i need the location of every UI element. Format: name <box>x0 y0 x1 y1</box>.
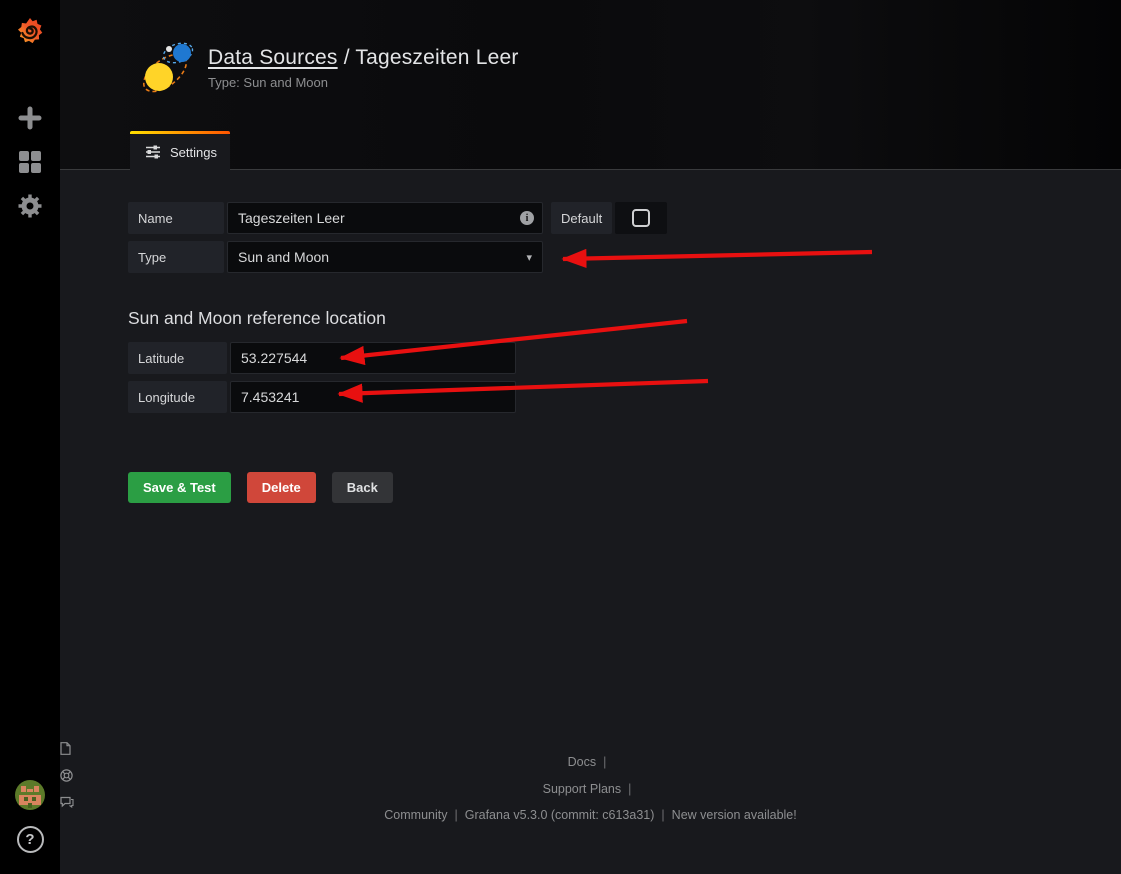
sidebar-item-configuration[interactable] <box>0 184 60 228</box>
sidebar-nav <box>0 96 60 228</box>
info-icon[interactable]: i <box>520 211 534 225</box>
help-icon: ? <box>17 826 44 853</box>
footer-community-label: Community <box>384 808 447 822</box>
default-checkbox[interactable] <box>632 209 650 227</box>
tab-settings[interactable]: Settings <box>130 134 230 170</box>
chevron-down-icon: ▾ <box>526 251 532 264</box>
name-label: Name <box>128 202 224 234</box>
grid-icon <box>18 150 42 174</box>
name-row: Name i Default <box>128 202 667 234</box>
user-avatar <box>15 780 45 810</box>
button-row: Save & Test Delete Back <box>128 472 393 503</box>
page-subtitle: Type: Sun and Moon <box>208 75 519 90</box>
page-title: Data Sources / Tageszeiten Leer <box>208 46 519 70</box>
type-select-value: Sun and Moon <box>238 249 329 265</box>
annotation-arrow-type <box>563 252 872 259</box>
delete-button[interactable]: Delete <box>247 472 316 503</box>
breadcrumb-datasources-link[interactable]: Data Sources <box>208 46 338 69</box>
footer-docs-label: Docs <box>568 755 596 769</box>
document-icon <box>60 742 71 755</box>
footer-version: Grafana v5.3.0 (commit: c613a31) <box>465 808 655 822</box>
page-heading: Data Sources / Tageszeiten Leer Type: Su… <box>140 40 519 96</box>
sidebar-item-profile[interactable] <box>0 773 60 817</box>
plus-icon <box>18 106 42 130</box>
reference-location-heading: Sun and Moon reference location <box>128 308 386 329</box>
footer-separator: | <box>628 782 631 796</box>
comments-icon <box>60 796 74 808</box>
grafana-datasource-page: ? Data Sources / Tageszeiten Leer Type: … <box>0 0 1121 874</box>
grafana-logo-icon <box>13 15 47 49</box>
longitude-row: Longitude <box>128 381 516 413</box>
sun-and-moon-icon <box>140 40 194 96</box>
tab-settings-label: Settings <box>170 145 217 160</box>
page-header: Data Sources / Tageszeiten Leer Type: Su… <box>60 0 1121 170</box>
latitude-row: Latitude <box>128 342 516 374</box>
footer-separator: | <box>603 755 606 769</box>
back-button[interactable]: Back <box>332 472 393 503</box>
default-label: Default <box>551 202 612 234</box>
footer-separator: | <box>454 808 457 822</box>
longitude-label: Longitude <box>128 381 227 413</box>
type-row: Type Sun and Moon ▾ <box>128 241 543 273</box>
save-and-test-button[interactable]: Save & Test <box>128 472 231 503</box>
footer-separator: | <box>661 808 664 822</box>
datasource-name-title: Tageszeiten Leer <box>355 46 518 69</box>
default-checkbox-well[interactable] <box>615 202 667 234</box>
name-input-wrap: i <box>227 202 543 234</box>
breadcrumb-separator: / <box>344 46 350 69</box>
footer-support-link[interactable]: Support Plans <box>60 769 1121 796</box>
sidebar-item-create[interactable] <box>0 96 60 140</box>
footer-new-version-link[interactable]: New version available! <box>672 808 797 822</box>
life-ring-icon <box>60 769 73 782</box>
title-block: Data Sources / Tageszeiten Leer Type: Su… <box>208 46 519 90</box>
longitude-input[interactable] <box>230 381 516 413</box>
help-glyph: ? <box>25 831 34 848</box>
sidebar: ? <box>0 0 60 874</box>
sliders-icon <box>145 145 161 159</box>
sidebar-item-help[interactable]: ? <box>0 817 60 861</box>
name-input[interactable] <box>227 202 543 234</box>
default-group: Default <box>551 202 667 234</box>
sidebar-item-dashboards[interactable] <box>0 140 60 184</box>
latitude-input[interactable] <box>230 342 516 374</box>
latitude-label: Latitude <box>128 342 227 374</box>
gear-icon <box>17 193 43 219</box>
footer-docs-link[interactable]: Docs <box>60 742 1121 769</box>
footer: Docs | Support Plans | Community | Grafana v… <box>60 742 1121 822</box>
type-select[interactable]: Sun and Moon ▾ <box>227 241 543 273</box>
footer-support-label: Support Plans <box>543 782 622 796</box>
sidebar-bottom: ? <box>0 773 60 861</box>
grafana-logo[interactable] <box>0 10 60 54</box>
type-label: Type <box>128 241 224 273</box>
